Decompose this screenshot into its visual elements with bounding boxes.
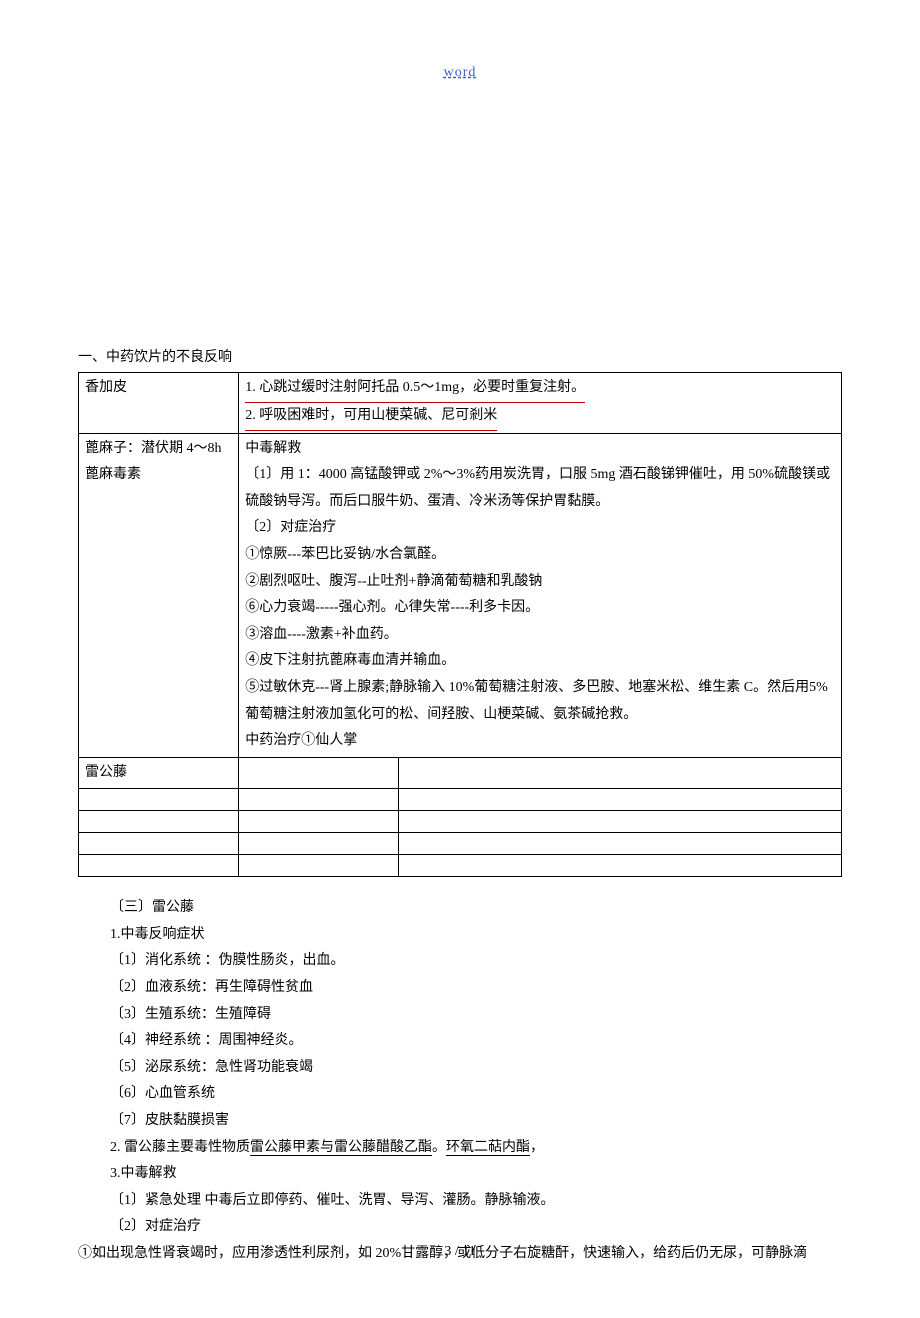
paragraph: 〔7〕皮肤黏膜损害 <box>110 1108 842 1135</box>
paragraph: 〔6〕心血管系统 <box>110 1081 842 1108</box>
header-word: word <box>78 60 842 85</box>
paragraph: 〔4〕神经系统 ：周围神经炎。 <box>110 1028 842 1055</box>
heading: 〔三〕雷公藤 <box>110 895 842 922</box>
table-row <box>79 855 842 877</box>
text: 〔2〕对症治疗 <box>245 520 336 535</box>
cell-xiangjiapi-content: 1. 心跳过缓时注射阿托品 0.5～1mg，必要时重复注射。 2. 呼吸困难时，… <box>239 373 842 433</box>
empty-cell <box>239 855 399 877</box>
heading: 1.中毒反响症状 <box>110 922 842 949</box>
text: 蓖麻子：潜伏期 4～8h <box>85 441 222 456</box>
text: ④皮下注射抗蓖麻毒血清并输血。 <box>245 653 455 668</box>
empty-cell <box>239 757 399 789</box>
paragraph: 〔1〕紧急处理 中毒后立即停药、催吐、洗胃、导泻、灌肠。静脉输液。 <box>110 1188 842 1215</box>
empty-cell <box>239 833 399 855</box>
paragraph: 〔2〕血液系统：再生障碍性贫血 <box>110 975 842 1002</box>
empty-cell <box>79 811 239 833</box>
paragraph: 3.中毒解救 <box>110 1161 842 1188</box>
cell-bimazi-left: 蓖麻子：潜伏期 4～8h 蓖麻毒素 <box>79 433 239 757</box>
empty-cell <box>399 811 842 833</box>
table-row: 蓖麻子：潜伏期 4～8h 蓖麻毒素 中毒解救 〔1〕用 1：4000 高锰酸钾或… <box>79 433 842 757</box>
cell-bimazi-content: 中毒解救 〔1〕用 1：4000 高锰酸钾或 2%～3%药用炭洗胃，口服 5mg… <box>239 433 842 757</box>
table-row: 雷公藤 <box>79 757 842 789</box>
underline-text: 1. 心跳过缓时注射阿托品 0.5～1mg，必要时重复注射。 <box>245 375 585 403</box>
text: 蓖麻毒素 <box>85 467 141 482</box>
empty-cell <box>399 855 842 877</box>
page-number: 3 / 11 <box>0 1239 920 1264</box>
empty-cell <box>79 855 239 877</box>
empty-cell <box>399 757 842 789</box>
empty-cell <box>239 789 399 811</box>
text: 中药治疗①仙人掌 <box>245 733 357 748</box>
paragraph: 〔3〕生殖系统：生殖障碍 <box>110 1002 842 1029</box>
paragraph: 〔5〕泌尿系统：急性肾功能衰竭 <box>110 1055 842 1082</box>
text: ③溶血----激素+补血药。 <box>245 627 398 642</box>
section-title: 一、中药饮片的不良反响 <box>78 345 842 370</box>
text: 2. 雷公藤主要毒性物质 <box>110 1140 250 1155</box>
empty-cell <box>399 789 842 811</box>
paragraph: 〔2〕对症治疗 <box>110 1214 842 1241</box>
paragraph: 〔1〕消化系统 ：伪膜性肠炎，出血。 <box>110 948 842 975</box>
text: ， <box>530 1140 544 1155</box>
empty-cell <box>79 789 239 811</box>
text: ②剧烈呕吐、腹泻--止吐剂+静滴葡萄糖和乳酸钠 <box>245 574 542 589</box>
cell-leigongteng: 雷公藤 <box>79 757 239 789</box>
underline-text: 雷公藤甲素与雷公藤醋酸乙酯 <box>250 1140 432 1156</box>
text: 中毒解救 <box>245 441 301 456</box>
underline-text: 环氧二萜内酯 <box>446 1140 530 1156</box>
table-row <box>79 811 842 833</box>
table-row <box>79 789 842 811</box>
cell-xiangjiapi: 香加皮 <box>79 373 239 433</box>
text: 。 <box>432 1140 446 1155</box>
empty-cell <box>239 811 399 833</box>
underline-text: 2. 呼吸困难时，可用山梗菜碱、尼可剎米 <box>245 403 497 431</box>
text: 〔1〕用 1：4000 高锰酸钾或 2%～3%药用炭洗胃，口服 5mg 酒石酸锑… <box>245 467 830 509</box>
empty-cell <box>399 833 842 855</box>
paragraph: 2. 雷公藤主要毒性物质雷公藤甲素与雷公藤醋酸乙酯。环氧二萜内酯， <box>110 1135 842 1162</box>
table-row: 香加皮 1. 心跳过缓时注射阿托品 0.5～1mg，必要时重复注射。 2. 呼吸… <box>79 373 842 433</box>
text: ⑤过敏休克---肾上腺素;静脉输入 10%葡萄糖注射液、多巴胺、地塞米松、维生素… <box>245 680 828 722</box>
header-word-text: word <box>444 65 477 80</box>
body-text: 〔三〕雷公藤 1.中毒反响症状 〔1〕消化系统 ：伪膜性肠炎，出血。 〔2〕血液… <box>78 895 842 1267</box>
empty-cell <box>79 833 239 855</box>
table-row <box>79 833 842 855</box>
text: ⑥心力衰竭-----强心剂。心律失常----利多卡因。 <box>245 600 539 615</box>
main-table: 香加皮 1. 心跳过缓时注射阿托品 0.5～1mg，必要时重复注射。 2. 呼吸… <box>78 372 842 877</box>
text: ①惊厥---苯巴比妥钠/水合氯醛。 <box>245 547 445 562</box>
